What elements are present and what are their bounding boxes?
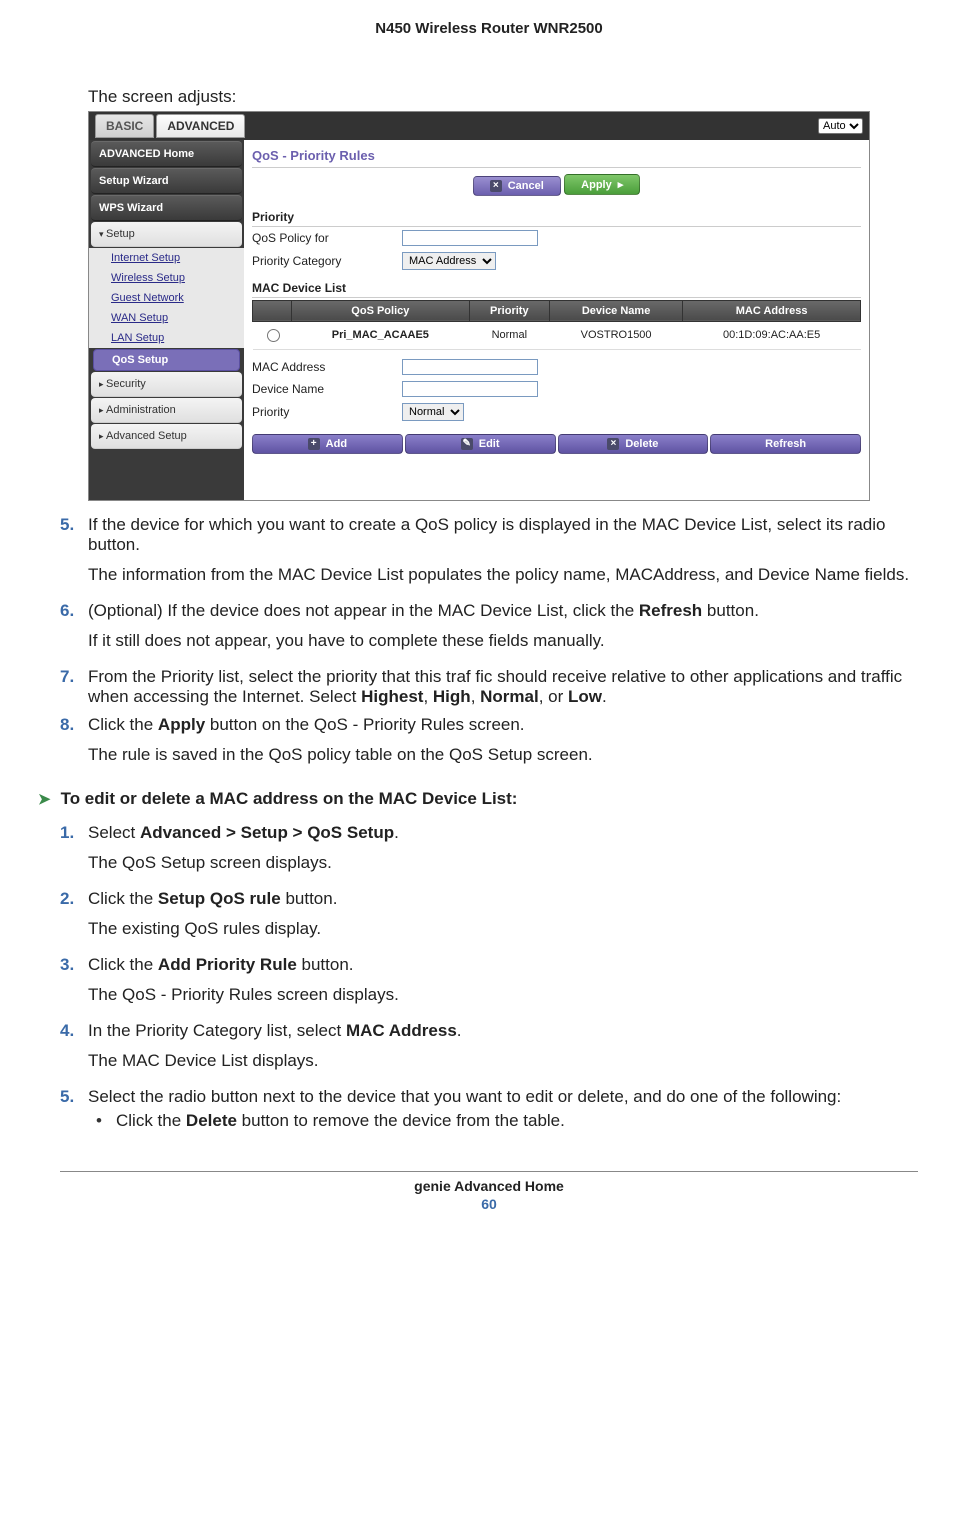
delete-label: Delete <box>625 438 658 450</box>
arrow-icon: ➤ <box>38 790 51 808</box>
refresh-label: Refresh <box>765 438 806 450</box>
play-icon: ▸ <box>618 178 624 191</box>
stepb-num-2: 2. <box>60 889 88 949</box>
close-icon: × <box>490 180 502 192</box>
cell-device: VOSTRO1500 <box>549 321 682 349</box>
procedure-heading: ➤ To edit or delete a MAC address on the… <box>38 789 918 809</box>
th-policy: QoS Policy <box>292 300 470 321</box>
sidebar: ADVANCED Home Setup Wizard WPS Wizard Se… <box>89 140 244 500</box>
stepb5-bullet: • Click the Delete button to remove the … <box>96 1111 918 1131</box>
sidebar-security[interactable]: Security <box>91 372 242 397</box>
doc-header: N450 Wireless Router WNR2500 <box>60 20 918 37</box>
language-select[interactable]: Auto <box>818 118 863 134</box>
stepb-num-3: 3. <box>60 955 88 1015</box>
step8-p1: Click the Apply button on the QoS - Prio… <box>88 715 918 735</box>
step7-p1: From the Priority list, select the prior… <box>88 667 918 707</box>
refresh-button[interactable]: Refresh <box>710 434 861 454</box>
bullet-icon: • <box>96 1111 116 1131</box>
panel-title: QoS - Priority Rules <box>252 146 861 168</box>
step6-p1: (Optional) If the device does not appear… <box>88 601 918 621</box>
sidebar-wireless-setup[interactable]: Wireless Setup <box>89 268 244 288</box>
tab-basic[interactable]: BASIC <box>95 114 154 138</box>
priority-section: Priority <box>252 208 861 227</box>
step5-p2: The information from the MAC Device List… <box>88 565 918 585</box>
step5-p1: If the device for which you want to crea… <box>88 515 918 555</box>
close-icon: × <box>607 438 619 450</box>
th-device: Device Name <box>549 300 682 321</box>
priority-category-label: Priority Category <box>252 254 402 268</box>
router-screenshot: BASIC ADVANCED Auto ADVANCED Home Setup … <box>88 111 870 501</box>
delete-button[interactable]: × Delete <box>558 434 709 454</box>
stepb-num-5: 5. <box>60 1087 88 1131</box>
cancel-label: Cancel <box>508 180 544 192</box>
device-name-input[interactable] <box>402 381 538 397</box>
stepb1-p2: The QoS Setup screen displays. <box>88 853 918 873</box>
sidebar-qos-setup[interactable]: QoS Setup <box>93 349 240 371</box>
th-mac: MAC Address <box>683 300 861 321</box>
sidebar-administration[interactable]: Administration <box>91 398 242 423</box>
mac-device-table: QoS Policy Priority Device Name MAC Addr… <box>252 300 861 350</box>
stepb3-p2: The QoS - Priority Rules screen displays… <box>88 985 918 1005</box>
stepb-num-4: 4. <box>60 1021 88 1081</box>
qos-policy-label: QoS Policy for <box>252 231 402 245</box>
sidebar-setup[interactable]: Setup <box>91 222 242 247</box>
edit-label: Edit <box>479 438 500 450</box>
add-button[interactable]: + Add <box>252 434 403 454</box>
step-num-6: 6. <box>60 601 88 661</box>
sidebar-internet-setup[interactable]: Internet Setup <box>89 248 244 268</box>
device-name-label: Device Name <box>252 382 402 396</box>
apply-button[interactable]: Apply ▸ <box>564 174 640 195</box>
stepb-num-1: 1. <box>60 823 88 883</box>
th-priority: Priority <box>469 300 549 321</box>
priority-category-select[interactable]: MAC Address <box>402 252 496 270</box>
table-row: Pri_MAC_ACAAE5 Normal VOSTRO1500 00:1D:0… <box>253 321 861 349</box>
step-num-5: 5. <box>60 515 88 595</box>
sidebar-setup-wizard[interactable]: Setup Wizard <box>91 168 242 194</box>
step-num-8: 8. <box>60 715 88 775</box>
stepb3-p1: Click the Add Priority Rule button. <box>88 955 918 975</box>
cell-priority: Normal <box>469 321 549 349</box>
step-num-7: 7. <box>60 667 88 709</box>
sidebar-wan-setup[interactable]: WAN Setup <box>89 308 244 328</box>
tab-advanced[interactable]: ADVANCED <box>156 114 245 138</box>
cancel-button[interactable]: × Cancel <box>473 176 561 196</box>
mac-address-input[interactable] <box>402 359 538 375</box>
edit-button[interactable]: ✎ Edit <box>405 434 556 454</box>
sidebar-wps-wizard[interactable]: WPS Wizard <box>91 195 242 221</box>
stepb2-p2: The existing QoS rules display. <box>88 919 918 939</box>
cell-policy: Pri_MAC_ACAAE5 <box>292 321 470 349</box>
sidebar-adv-home[interactable]: ADVANCED Home <box>91 141 242 167</box>
stepb5-p1: Select the radio button next to the devi… <box>88 1087 918 1107</box>
sidebar-guest-network[interactable]: Guest Network <box>89 288 244 308</box>
priority-label: Priority <box>252 405 402 419</box>
add-label: Add <box>326 438 347 450</box>
lead-text: The screen adjusts: <box>88 87 918 107</box>
qos-policy-input[interactable] <box>402 230 538 246</box>
step6-p2: If it still does not appear, you have to… <box>88 631 918 651</box>
plus-icon: + <box>308 438 320 450</box>
mac-address-label: MAC Address <box>252 360 402 374</box>
apply-label: Apply <box>581 179 612 191</box>
sidebar-advanced-setup[interactable]: Advanced Setup <box>91 424 242 449</box>
stepb4-p1: In the Priority Category list, select MA… <box>88 1021 918 1041</box>
priority-select[interactable]: Normal <box>402 403 464 421</box>
step8-p2: The rule is saved in the QoS policy tabl… <box>88 745 918 765</box>
page-number: 60 <box>60 1196 918 1212</box>
sidebar-lan-setup[interactable]: LAN Setup <box>89 328 244 348</box>
pencil-icon: ✎ <box>461 438 473 450</box>
stepb4-p2: The MAC Device List displays. <box>88 1051 918 1071</box>
row-radio[interactable] <box>267 329 280 342</box>
stepb1-p1: Select Advanced > Setup > QoS Setup. <box>88 823 918 843</box>
cell-mac: 00:1D:09:AC:AA:E5 <box>683 321 861 349</box>
stepb2-p1: Click the Setup QoS rule button. <box>88 889 918 909</box>
mac-list-label: MAC Device List <box>252 279 861 298</box>
footer: genie Advanced Home 60 <box>60 1171 918 1212</box>
